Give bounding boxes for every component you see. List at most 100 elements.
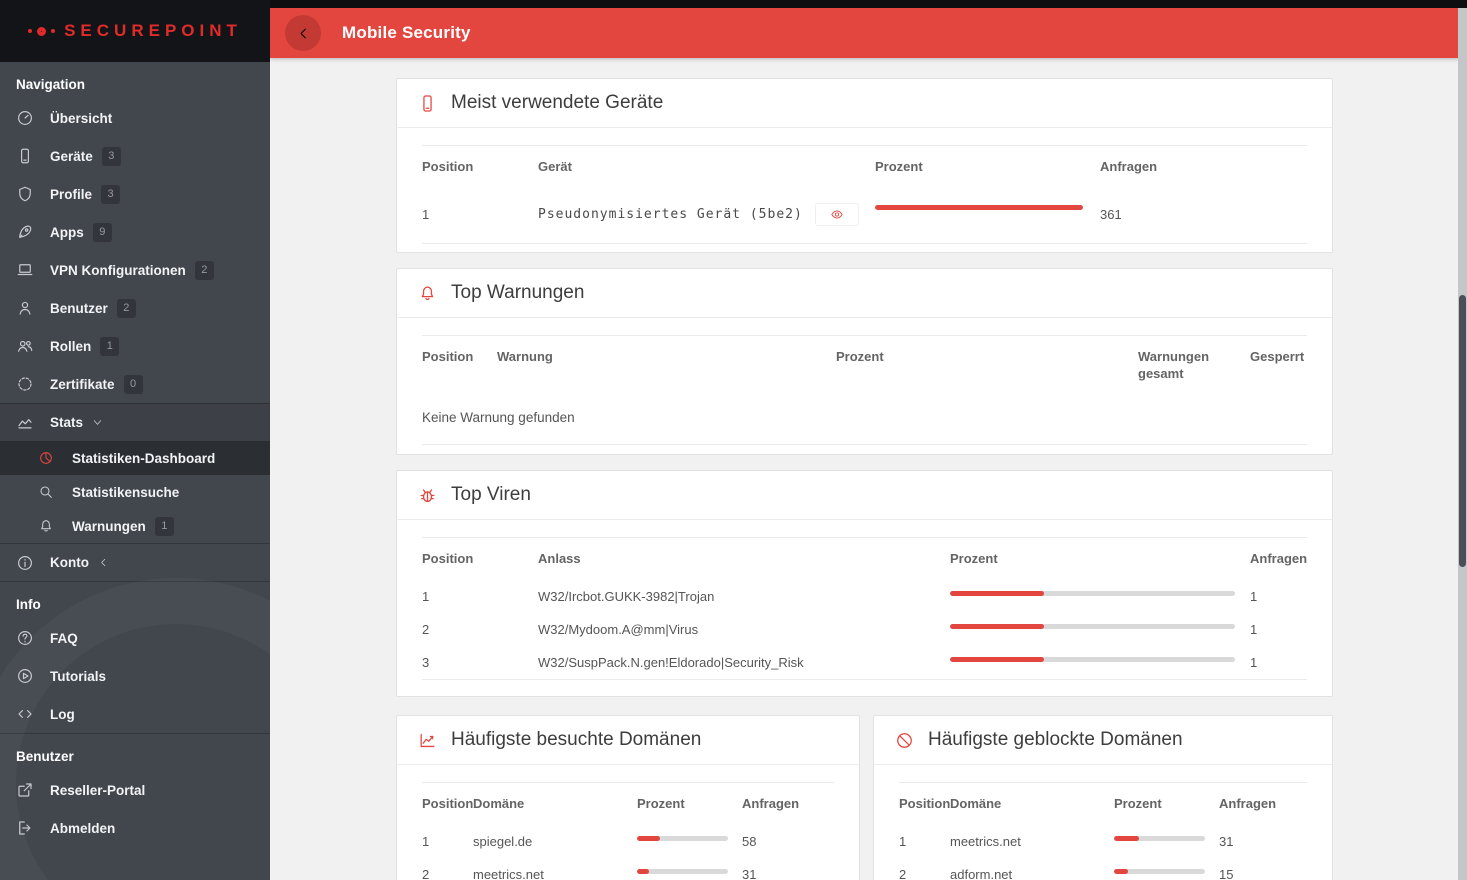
position-cell: 3 (422, 646, 538, 680)
rocket-icon (16, 222, 36, 242)
chevron-left-icon (300, 28, 306, 38)
position-cell: 1 (422, 834, 430, 849)
percent-bar (875, 205, 1083, 210)
sidebar-item-label: Statistikensuche (72, 484, 180, 500)
column-header: Position (422, 335, 497, 395)
back-button[interactable] (285, 15, 321, 51)
column-header: Anlass (538, 537, 950, 580)
column-header: Gerät (538, 145, 875, 188)
sidebar-item-geraete[interactable]: Geräte 3 (0, 137, 270, 175)
requests-cell: 15 (1219, 867, 1234, 880)
bell-icon (38, 516, 58, 536)
scrollbar-thumb[interactable] (1459, 295, 1466, 567)
page-scrollbar[interactable] (1458, 8, 1467, 880)
table-row: 2 W32/Mydoom.A@mm|Virus 1 (422, 613, 1307, 646)
card-header: Meist verwendete Geräte (397, 79, 1332, 128)
column-header: Prozent (836, 335, 1138, 395)
percent-bar (950, 591, 1235, 596)
sidebar-item-log[interactable]: Log (0, 695, 270, 733)
laptop-icon (16, 260, 36, 280)
column-header: Prozent (875, 145, 1100, 188)
sidebar-item-zertifikate[interactable]: Zertifikate 0 (0, 365, 270, 403)
users-icon (16, 336, 36, 356)
page-title: Mobile Security (342, 23, 471, 42)
sidebar-item-label: Log (50, 706, 75, 722)
card-top-viruses: Top Viren Position Anlass Prozent Anfrag… (396, 470, 1333, 697)
view-device-button[interactable] (814, 203, 859, 226)
user-icon (16, 298, 36, 318)
sidebar-item-label: FAQ (50, 630, 78, 646)
percent-bar (950, 657, 1235, 662)
chart-line-icon (418, 731, 437, 750)
percent-bar (1114, 869, 1205, 874)
sidebar-item-apps[interactable]: Apps 9 (0, 213, 270, 251)
domain-cell: meetrics.net (950, 834, 1021, 849)
sidebar-item-warnungen[interactable]: Warnungen 1 (0, 509, 270, 543)
column-header: Anfragen (1219, 782, 1307, 825)
percent-bar (950, 624, 1235, 629)
sidebar-item-benutzer[interactable]: Benutzer 2 (0, 289, 270, 327)
table-row: 2 adform.net 15 (899, 858, 1307, 880)
gauge-icon (16, 108, 36, 128)
table-row: 1 meetrics.net 31 (899, 825, 1307, 858)
sidebar-item-profile[interactable]: Profile 3 (0, 175, 270, 213)
virus-name: W32/Ircbot.GUKK-3982|Trojan (538, 589, 715, 604)
certificate-icon (16, 374, 36, 394)
sidebar-item-label: Apps (50, 224, 84, 240)
sidebar-item-uebersicht[interactable]: Übersicht (0, 99, 270, 137)
sidebar-item-statistiken-dashboard[interactable]: Statistiken-Dashboard (0, 441, 270, 475)
nav-section-info: Info (0, 581, 270, 619)
card-top-visited-domains: Häufigste besuchte Domänen Position Domä… (396, 715, 860, 880)
requests-cell: 31 (742, 867, 757, 880)
card-title: Top Warnungen (451, 282, 585, 303)
sidebar-item-reseller-portal[interactable]: Reseller-Portal (0, 771, 270, 809)
column-header: Prozent (1114, 782, 1219, 825)
sidebar-item-tutorials[interactable]: Tutorials (0, 657, 270, 695)
smartphone-icon (16, 146, 36, 166)
sidebar-item-konto[interactable]: Konto (0, 543, 270, 581)
sidebar-item-statistikensuche[interactable]: Statistikensuche (0, 475, 270, 509)
sidebar-item-stats[interactable]: Stats (0, 403, 270, 441)
count-badge: 2 (116, 298, 136, 318)
column-header: Domäne (473, 782, 637, 825)
count-badge: 3 (101, 184, 121, 204)
sidebar-item-abmelden[interactable]: Abmelden (0, 809, 270, 847)
sidebar-item-faq[interactable]: FAQ (0, 619, 270, 657)
device-name: Pseudonymisiertes Gerät (5be2) (538, 206, 803, 222)
percent-bar (637, 836, 728, 841)
logo-dot-icon (28, 29, 33, 33)
card-header: Häufigste besuchte Domänen (397, 716, 859, 765)
column-header: Position (899, 782, 950, 825)
chart-area-icon (16, 413, 36, 433)
table-row: 3 W32/SuspPack.N.gen!Eldorado|Security_R… (422, 646, 1307, 680)
percent-bar (1114, 836, 1205, 841)
sidebar-item-vpn-konfigurationen[interactable]: VPN Konfigurationen 2 (0, 251, 270, 289)
requests-cell: 1 (1250, 589, 1258, 604)
column-header: Prozent (950, 537, 1250, 580)
sidebar-item-label: Benutzer (50, 300, 108, 316)
requests-cell: 58 (742, 834, 757, 849)
main-content: Meist verwendete Geräte Position Gerät P… (270, 58, 1467, 880)
external-link-icon (16, 780, 36, 800)
sidebar-item-label: Stats (50, 415, 84, 430)
requests-cell: 1 (1250, 622, 1258, 637)
bottom-cards-row: Häufigste besuchte Domänen Position Domä… (396, 715, 1467, 880)
nav-section-benutzer: Benutzer (0, 733, 270, 771)
count-badge: 1 (100, 336, 120, 356)
sidebar-item-label: Tutorials (50, 668, 107, 684)
sidebar-item-label: Statistiken-Dashboard (72, 450, 216, 466)
eye-icon (831, 210, 843, 219)
column-header: Anfragen (742, 782, 834, 825)
column-header: Anfragen (1100, 145, 1307, 188)
virus-name: W32/SuspPack.N.gen!Eldorado|Security_Ris… (538, 646, 950, 680)
position-cell: 2 (422, 622, 430, 637)
requests-cell: 361 (1100, 188, 1307, 244)
table-row: 2 meetrics.net 31 (422, 858, 834, 880)
column-header: Gesperrt (1250, 335, 1307, 395)
column-header: Position (422, 145, 538, 188)
pie-chart-icon (38, 448, 58, 468)
count-badge: 9 (92, 222, 112, 242)
card-title: Häufigste geblockte Domänen (928, 729, 1183, 750)
count-badge: 1 (154, 516, 174, 536)
sidebar-item-rollen[interactable]: Rollen 1 (0, 327, 270, 365)
